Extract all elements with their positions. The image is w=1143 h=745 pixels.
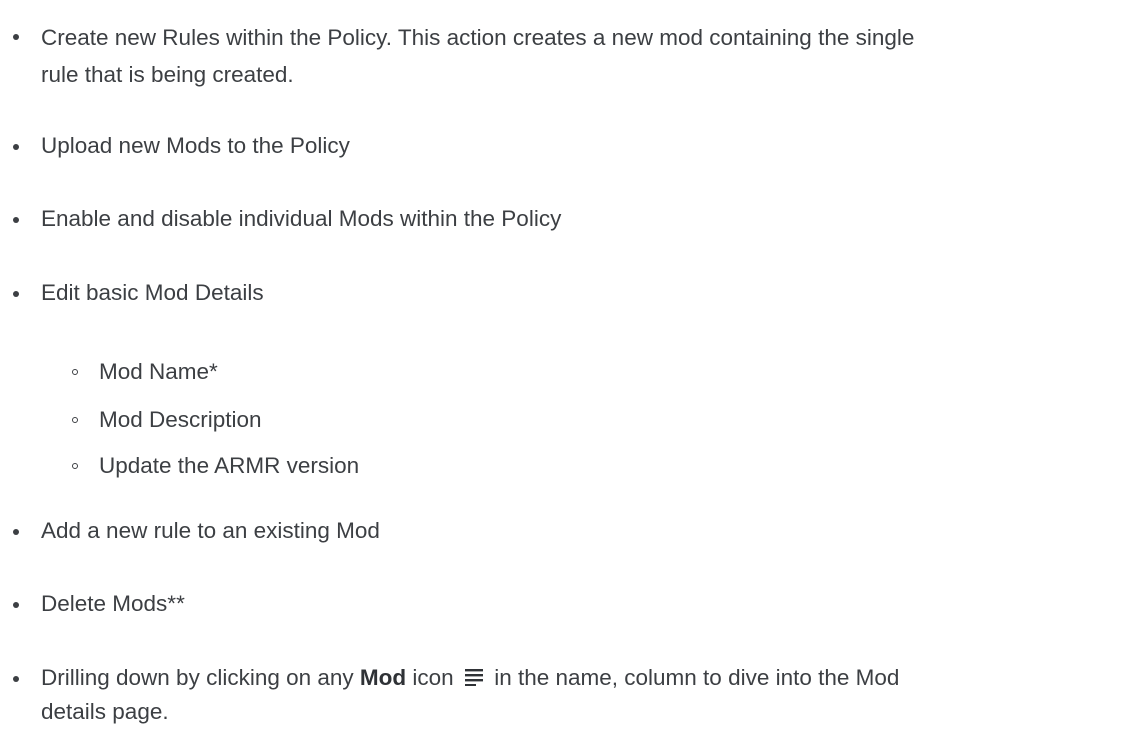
list-item-text-suffix: in the name, column to dive into the Mod	[487, 665, 900, 690]
bullet	[13, 602, 19, 608]
list-item-text-prefix: Drilling down by clicking on any	[41, 665, 360, 690]
list-item-text-mid: icon	[406, 665, 454, 690]
list-item-text: details page.	[41, 699, 169, 724]
list-item-text: Upload new Mods to the Policy	[41, 133, 350, 158]
bullet	[13, 34, 19, 40]
circle-bullet	[72, 463, 78, 469]
bullet	[13, 529, 19, 535]
circle-bullet	[72, 417, 78, 423]
document-body: Create new Rules within the Policy. This…	[0, 0, 1143, 745]
list-item-text: Edit basic Mod Details	[41, 280, 264, 305]
bullet	[13, 291, 19, 297]
bullet	[13, 144, 19, 150]
list-item-text: Add a new rule to an existing Mod	[41, 518, 380, 543]
circle-bullet	[72, 369, 78, 375]
sub-list-item-text: Mod Name*	[99, 359, 218, 384]
sub-list-item-text: Update the ARMR version	[99, 453, 360, 478]
list-item-text: rule that is being created.	[41, 62, 294, 87]
lines-icon	[464, 669, 483, 687]
sub-list-item-text: Mod Description	[99, 407, 262, 432]
bullet	[13, 217, 19, 223]
list-item-text: Enable and disable individual Mods withi…	[41, 206, 562, 231]
mod-keyword: Mod	[359, 665, 407, 690]
bullet	[13, 676, 19, 682]
list-item-text: Create new Rules within the Policy. This…	[41, 25, 915, 50]
list-item-text: Delete Mods**	[41, 591, 185, 616]
